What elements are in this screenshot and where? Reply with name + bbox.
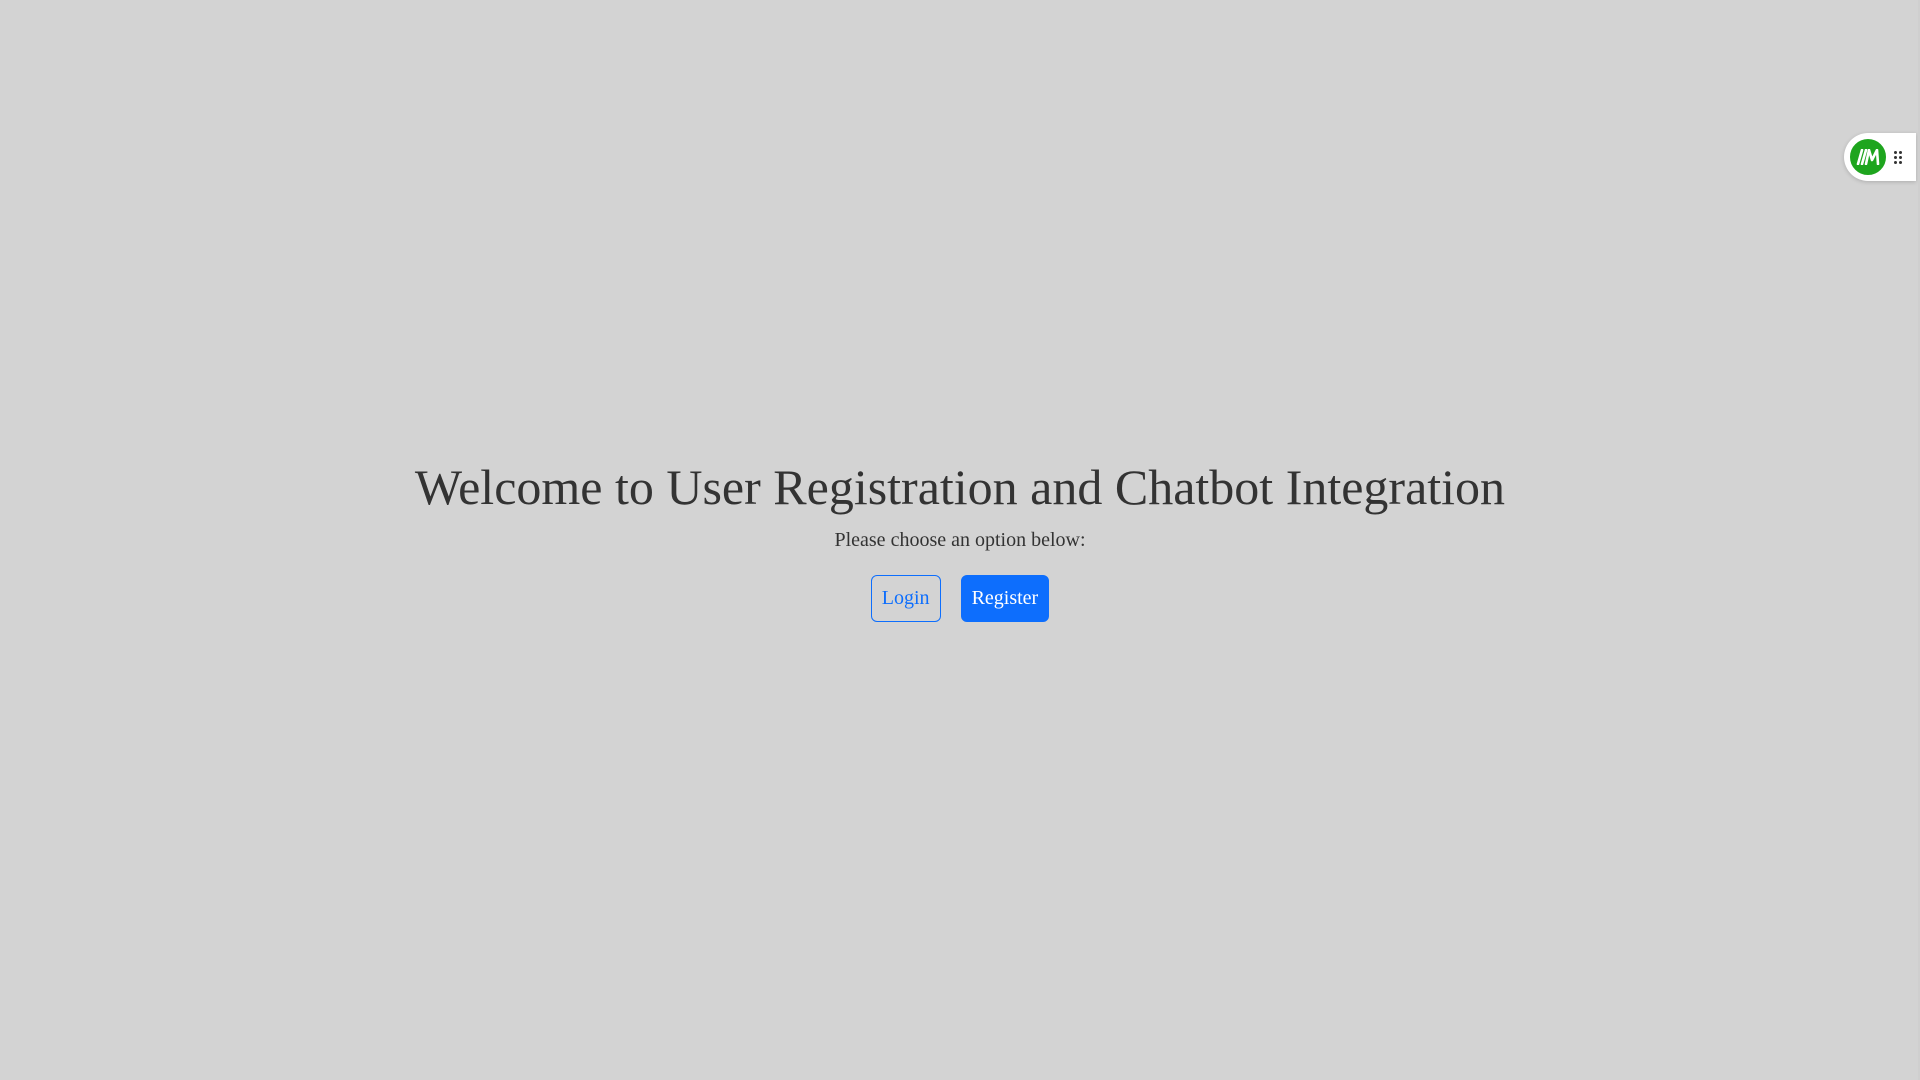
register-button[interactable]: Register [960, 575, 1050, 622]
monica-logo-icon[interactable] [1848, 137, 1888, 177]
page-title: Welcome to User Registration and Chatbot… [414, 459, 1506, 515]
login-button[interactable]: Login [870, 575, 941, 622]
page: Welcome to User Registration and Chatbot… [0, 0, 1920, 1080]
drag-handle-icon[interactable] [1894, 150, 1902, 164]
welcome-section: Welcome to User Registration and Chatbot… [0, 452, 1920, 622]
page-subtitle: Please choose an option below: [834, 529, 1086, 551]
logo-glyph-icon [1856, 149, 1880, 165]
floating-assistant-widget[interactable] [1844, 133, 1916, 181]
action-buttons: Login Register [870, 575, 1050, 622]
